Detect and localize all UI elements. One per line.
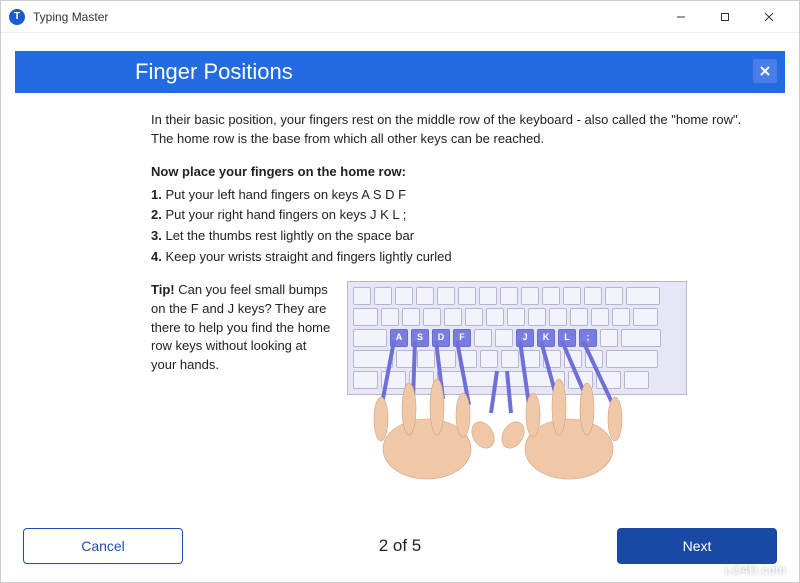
- keyboard-illustration: A S D F J K L ;: [347, 281, 687, 481]
- watermark: LO4D.com: [725, 563, 786, 577]
- cancel-button[interactable]: Cancel: [23, 528, 183, 564]
- step-3: 3. Let the thumbs rest lightly on the sp…: [151, 227, 753, 246]
- step-1: 1. Put your left hand fingers on keys A …: [151, 186, 753, 205]
- instruction-heading: Now place your fingers on the home row:: [151, 163, 753, 182]
- minimize-button[interactable]: [659, 2, 703, 32]
- footer: Cancel 2 of 5 Next: [1, 520, 799, 582]
- titlebar: T Typing Master: [1, 1, 799, 33]
- header-close-button[interactable]: [753, 59, 777, 83]
- maximize-button[interactable]: [703, 2, 747, 32]
- tip-body: Can you feel small bumps on the F and J …: [151, 282, 330, 372]
- step-2: 2. Put your right hand fingers on keys J…: [151, 206, 753, 225]
- page-header: Finger Positions: [15, 51, 785, 93]
- tip-text: Tip! Can you feel small bumps on the F a…: [151, 281, 331, 481]
- tip-row: Tip! Can you feel small bumps on the F a…: [151, 281, 753, 481]
- window-controls: [659, 2, 791, 32]
- step-4: 4. Keep your wrists straight and fingers…: [151, 248, 753, 267]
- page-indicator: 2 of 5: [203, 536, 597, 556]
- lesson-body: In their basic position, your fingers re…: [15, 93, 785, 506]
- hands-illustration: [347, 341, 687, 481]
- tip-label: Tip!: [151, 282, 175, 297]
- app-window: T Typing Master Finger Positions In thei…: [0, 0, 800, 583]
- intro-text: In their basic position, your fingers re…: [151, 111, 753, 149]
- window-title: Typing Master: [33, 10, 659, 24]
- page-title: Finger Positions: [135, 59, 293, 85]
- next-button[interactable]: Next: [617, 528, 777, 564]
- close-button[interactable]: [747, 2, 791, 32]
- content-area: Finger Positions In their basic position…: [1, 33, 799, 520]
- app-icon: T: [9, 9, 25, 25]
